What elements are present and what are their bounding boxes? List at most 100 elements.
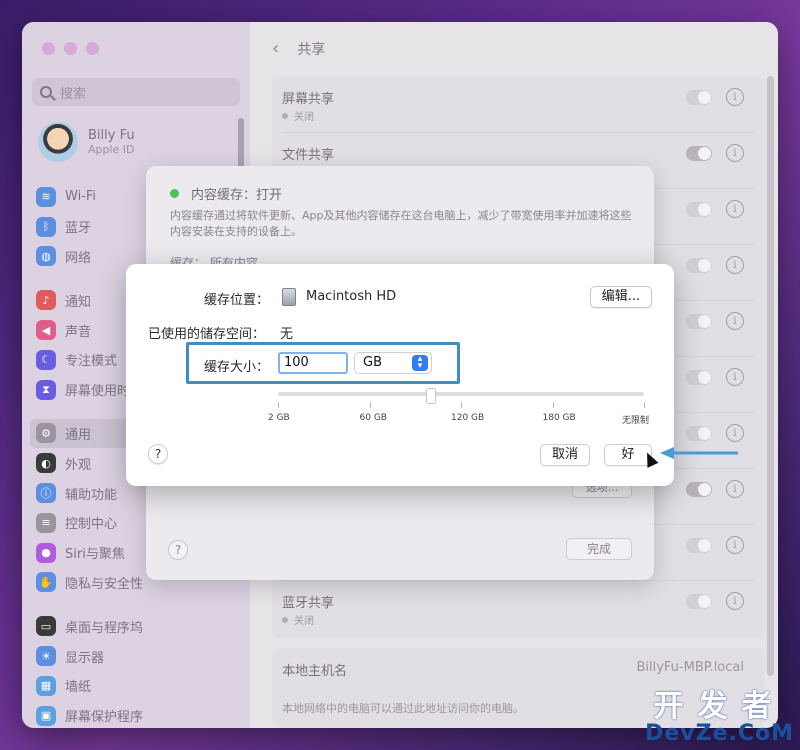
sharing-row-title: 屏幕共享 <box>282 92 335 107</box>
cache-size-input[interactable]: 100 <box>278 352 348 374</box>
slider-tick-label: 180 GB <box>542 413 576 423</box>
sheet-description: 内容缓存通过将软件更新、App及其他内容储存在这台电脑上，减少了带宽使用率并加速… <box>170 209 632 238</box>
location-value: Macintosh HD <box>306 289 397 304</box>
sharing-toggle[interactable] <box>686 538 712 553</box>
done-button[interactable]: 完成 <box>566 538 632 560</box>
slider-tick-label: 120 GB <box>451 413 485 423</box>
cache-unit-select[interactable]: GB ▴ ▾ <box>354 352 432 374</box>
sharing-toggle[interactable] <box>686 314 712 329</box>
sidebar-item-label: 显示器 <box>65 650 105 666</box>
sidebar-item-label: 声音 <box>65 324 92 340</box>
hostname-desc: 本地网络中的电脑可以通过此地址访问你的电脑。 <box>282 702 524 715</box>
edit-button[interactable]: 编辑... <box>590 286 652 308</box>
hourglass-icon: ⧗ <box>36 379 56 400</box>
info-icon[interactable]: i <box>726 480 744 498</box>
sheet-header: 内容缓存：打开 <box>170 184 282 203</box>
sidebar-item-label: 屏幕保护程序 <box>65 710 144 726</box>
info-icon[interactable]: i <box>726 200 744 218</box>
zoom-window-button[interactable] <box>86 42 99 55</box>
sheet-help-button[interactable]: ? <box>168 540 188 560</box>
sidebar-item-label: 外观 <box>65 457 92 473</box>
status-dot-icon <box>282 112 288 119</box>
minimize-window-button[interactable] <box>64 42 77 55</box>
sidebar-item[interactable]: ▭ 桌面与程序坞 <box>36 611 240 641</box>
sidebar-item-label: 辅助功能 <box>65 487 118 503</box>
hostname-value: BillyFu-MBP.local <box>636 660 744 675</box>
accessibility-icon: ⓘ <box>36 483 56 504</box>
info-icon[interactable]: i <box>726 88 744 106</box>
apple-id-account[interactable]: Billy Fu Apple ID <box>38 122 135 162</box>
main-header: ‹ 共享 <box>272 38 325 59</box>
dialog-help-button[interactable]: ? <box>148 444 168 464</box>
sharing-toggle[interactable] <box>686 146 712 161</box>
page-title: 共享 <box>297 41 326 58</box>
user-name: Billy Fu <box>88 128 135 143</box>
slider-tick-label: 60 GB <box>359 413 387 423</box>
back-chevron-icon[interactable]: ‹ <box>272 38 279 59</box>
switches-icon: ≡ <box>36 512 56 533</box>
dock-icon: ▭ <box>36 616 56 637</box>
search-placeholder: 搜索 <box>60 86 87 102</box>
hostname-label: 本地主机名 <box>282 664 348 679</box>
sharing-toggle[interactable] <box>686 90 712 105</box>
sidebar-item-label: 屏幕使用时 <box>65 384 131 400</box>
sidebar-item-label: 墙纸 <box>65 680 92 696</box>
watermark-en: DevZe.CoM <box>645 721 794 746</box>
slider-tick <box>369 402 371 408</box>
status-dot-icon <box>170 189 179 198</box>
sharing-toggle[interactable] <box>686 482 712 497</box>
info-icon[interactable]: i <box>726 144 744 162</box>
watermark: 开发者 DevZe.CoM <box>645 681 794 746</box>
sidebar-item-label: 桌面与程序坞 <box>65 620 144 636</box>
sidebar-item-label: 隐私与安全性 <box>65 576 144 592</box>
main-scrollbar[interactable] <box>767 76 774 676</box>
sidebar-item-label: 蓝牙 <box>65 221 92 237</box>
gear-icon: ⚙ <box>36 423 56 444</box>
close-window-button[interactable] <box>42 42 55 55</box>
info-icon[interactable]: i <box>726 536 744 554</box>
sharing-toggle[interactable] <box>686 426 712 441</box>
info-icon[interactable]: i <box>726 368 744 386</box>
sharing-row-status: 关闭 <box>282 108 314 123</box>
bluetooth-icon: ᛒ <box>36 216 56 237</box>
cache-settings-dialog: 缓存位置： Macintosh HD 编辑... 已使用的储存空间： 无 缓存大… <box>126 264 674 486</box>
sidebar-item-label: 专注模式 <box>65 354 118 370</box>
status-dot-icon <box>282 616 288 623</box>
sidebar-item-label: 控制中心 <box>65 517 118 533</box>
status-text: 关闭 <box>294 616 314 627</box>
window-controls <box>42 42 99 55</box>
sharing-toggle[interactable] <box>686 258 712 273</box>
siri-icon: ● <box>36 542 56 563</box>
info-icon[interactable]: i <box>726 312 744 330</box>
sharing-toggle[interactable] <box>686 594 712 609</box>
moon-icon: ☾ <box>36 349 56 370</box>
info-icon[interactable]: i <box>726 592 744 610</box>
updown-chevron-icon: ▴ ▾ <box>412 355 428 371</box>
search-icon <box>40 86 52 98</box>
sharing-toggle[interactable] <box>686 202 712 217</box>
info-icon[interactable]: i <box>726 424 744 442</box>
callout-arrow-icon <box>660 447 738 459</box>
bell-icon: ♪ <box>36 290 56 311</box>
hard-drive-icon <box>282 288 296 306</box>
slider-tick <box>278 402 279 408</box>
status-text: 关闭 <box>294 112 314 123</box>
sidebar-item[interactable]: ☀ 显示器 <box>36 641 240 671</box>
slider-tick <box>644 402 645 408</box>
used-storage-label: 已使用的储存空间： <box>148 327 266 342</box>
sharing-row-title: 文件共享 <box>282 148 335 163</box>
sharing-toggle[interactable] <box>686 370 712 385</box>
hand-icon: ✋ <box>36 572 56 593</box>
cancel-button[interactable]: 取消 <box>540 444 590 466</box>
sharing-row-status: 关闭 <box>282 612 314 627</box>
slider-tick-label: 2 GB <box>268 413 290 423</box>
cache-size-slider[interactable] <box>278 392 644 396</box>
screensaver-icon: ▣ <box>36 705 56 726</box>
sidebar-search-input[interactable]: 搜索 <box>32 78 240 106</box>
used-storage-value: 无 <box>280 327 294 342</box>
slider-knob[interactable] <box>425 388 436 404</box>
sidebar-item[interactable]: ▣ 屏幕保护程序 <box>36 701 240 728</box>
sidebar-item-label: 网络 <box>65 250 92 266</box>
info-icon[interactable]: i <box>726 256 744 274</box>
sidebar-item[interactable]: ▦ 墙纸 <box>36 671 240 701</box>
